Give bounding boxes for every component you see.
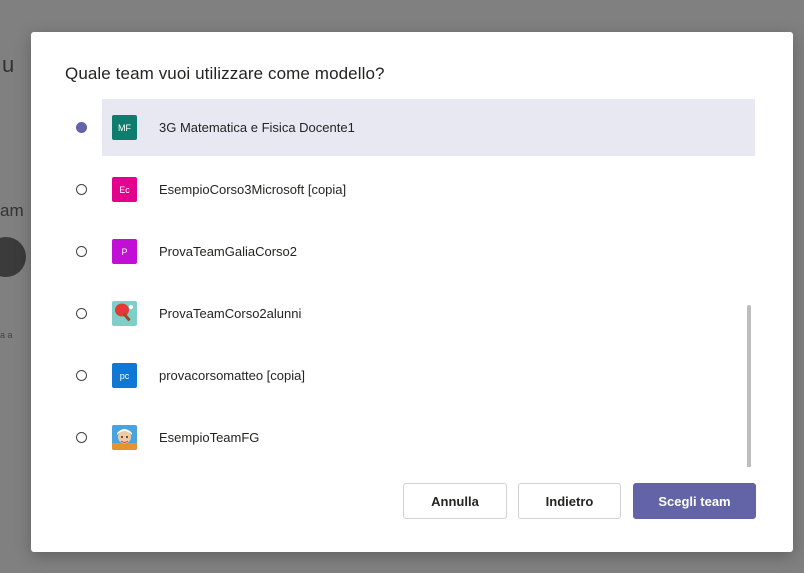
team-name: EsempioCorso3Microsoft [copia] bbox=[159, 182, 347, 197]
radio-button[interactable] bbox=[76, 246, 87, 257]
choose-team-button[interactable]: Scegli team bbox=[633, 483, 756, 519]
team-name: ProvaTeamGaliaCorso2 bbox=[159, 244, 298, 259]
team-avatar: MF bbox=[112, 115, 137, 140]
team-name: EsempioTeamFG bbox=[159, 430, 260, 445]
background-text-fragment: u bbox=[2, 52, 15, 77]
dialog-title: Quale team vuoi utilizzare come modello? bbox=[65, 64, 385, 83]
team-name: provacorsomatteo [copia] bbox=[159, 368, 305, 383]
background-avatar bbox=[0, 237, 26, 277]
team-row[interactable]: EsempioTeamFG bbox=[76, 409, 755, 466]
back-button[interactable]: Indietro bbox=[518, 483, 621, 519]
team-avatar: P bbox=[112, 239, 137, 264]
team-name: 3G Matematica e Fisica Docente1 bbox=[159, 120, 355, 135]
radio-button[interactable] bbox=[76, 122, 87, 133]
team-row[interactable]: ProvaTeamCorso2alunni bbox=[76, 285, 755, 342]
team-avatar: pc bbox=[112, 363, 137, 388]
ping-pong-icon bbox=[112, 301, 137, 326]
team-row[interactable]: MF 3G Matematica e Fisica Docente1 bbox=[76, 99, 755, 156]
team-row[interactable]: Ec EsempioCorso3Microsoft [copia] bbox=[76, 161, 755, 218]
cartoon-person-icon bbox=[112, 425, 137, 450]
radio-button[interactable] bbox=[76, 184, 87, 195]
choose-team-template-dialog: Quale team vuoi utilizzare come modello?… bbox=[31, 32, 793, 552]
team-avatar: Ec bbox=[112, 177, 137, 202]
background-text-fragment: am bbox=[0, 201, 24, 220]
team-name: ProvaTeamCorso2alunni bbox=[159, 306, 302, 321]
scrollbar[interactable] bbox=[747, 305, 751, 467]
radio-button[interactable] bbox=[76, 370, 87, 381]
radio-button[interactable] bbox=[76, 432, 87, 443]
team-row[interactable]: P ProvaTeamGaliaCorso2 bbox=[76, 223, 755, 280]
radio-button[interactable] bbox=[76, 308, 87, 319]
background-text-fragment: a a bbox=[0, 330, 13, 340]
cancel-button[interactable]: Annulla bbox=[403, 483, 507, 519]
team-row[interactable]: pc provacorsomatteo [copia] bbox=[76, 347, 755, 404]
team-list[interactable]: MF 3G Matematica e Fisica Docente1 Ec Es… bbox=[31, 99, 793, 467]
